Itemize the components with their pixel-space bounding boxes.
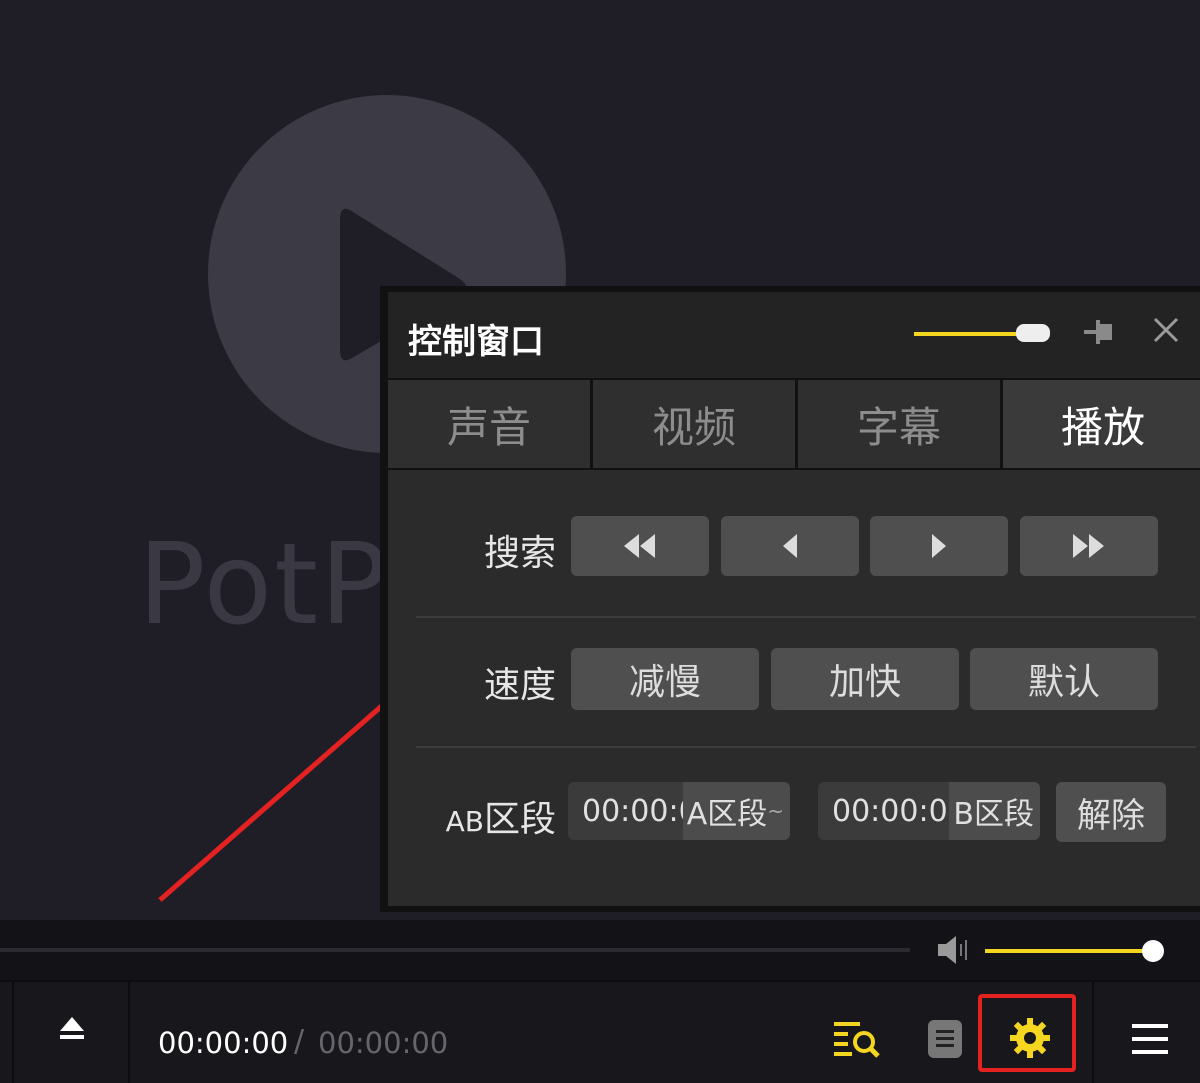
control-window: 控制窗口 声音 视频 字幕 播放 搜索 速度 减慢 加快 默认 AB区段 00:…	[380, 286, 1200, 912]
a-point-button[interactable]: A区段 ~	[682, 782, 790, 840]
default-speed-button[interactable]: 默认	[970, 648, 1158, 710]
step-back-icon	[783, 534, 797, 558]
search-label: 搜索	[483, 533, 556, 574]
pin-icon[interactable]	[1082, 316, 1118, 348]
gear-icon[interactable]	[1010, 1018, 1050, 1058]
menu-icon[interactable]	[1132, 1024, 1168, 1054]
a-point-tilde: ~	[767, 799, 784, 823]
ab-prefix: AB	[445, 805, 484, 838]
divider	[1092, 982, 1094, 1083]
b-point-field[interactable]: 00:00:00 B区段	[818, 782, 1040, 840]
fast-forward-button[interactable]	[1020, 516, 1158, 576]
volume-slider[interactable]	[985, 949, 1153, 953]
speed-label: 速度	[483, 665, 556, 706]
volume-slider-handle[interactable]	[1142, 940, 1164, 962]
ab-suffix: 区段	[483, 799, 556, 840]
control-window-titlebar[interactable]: 控制窗口	[388, 292, 1200, 378]
current-time: 00:00:00	[158, 1026, 289, 1060]
tab-audio[interactable]: 声音	[388, 380, 593, 468]
a-point-field[interactable]: 00:00:00 A区段 ~	[568, 782, 790, 840]
control-window-title: 控制窗口	[408, 322, 544, 362]
seek-bar-area	[0, 920, 1200, 980]
opacity-slider-track[interactable]	[914, 332, 1024, 336]
volume-icon[interactable]	[936, 934, 972, 966]
faster-button[interactable]: 加快	[771, 648, 959, 710]
eject-icon[interactable]	[58, 1014, 86, 1042]
step-forward-button[interactable]	[870, 516, 1008, 576]
tab-subtitles[interactable]: 字幕	[798, 380, 1003, 468]
time-separator: /	[294, 1024, 305, 1059]
step-forward-icon	[932, 534, 946, 558]
control-tabs: 声音 视频 字幕 播放	[388, 378, 1200, 470]
total-time: 00:00:00	[318, 1026, 449, 1060]
b-point-button[interactable]: B区段	[949, 782, 1040, 840]
tab-playback[interactable]: 播放	[1003, 380, 1200, 468]
separator	[416, 746, 1196, 748]
close-icon[interactable]	[1150, 314, 1182, 346]
fast-rewind-icon	[624, 534, 655, 558]
divider	[128, 982, 130, 1083]
slower-button[interactable]: 减慢	[571, 648, 759, 710]
a-point-tag: A区段	[686, 797, 768, 832]
tab-video[interactable]: 视频	[593, 380, 798, 468]
separator	[416, 616, 1196, 618]
b-point-time: 00:00:00	[832, 793, 967, 829]
opacity-slider-handle[interactable]	[1016, 324, 1050, 342]
clear-ab-button[interactable]: 解除	[1056, 782, 1166, 842]
ab-section-label: AB区段	[428, 790, 556, 842]
playlist-search-icon[interactable]	[834, 1020, 882, 1058]
fast-forward-icon	[1073, 534, 1104, 558]
chapter-list-icon[interactable]	[928, 1020, 962, 1058]
divider	[12, 982, 14, 1083]
fast-rewind-button[interactable]	[571, 516, 709, 576]
logo-text: PotP	[138, 520, 390, 650]
step-back-button[interactable]	[721, 516, 859, 576]
control-bar: 00:00:00 / 00:00:00	[0, 980, 1200, 1083]
seek-bar[interactable]	[0, 948, 910, 952]
